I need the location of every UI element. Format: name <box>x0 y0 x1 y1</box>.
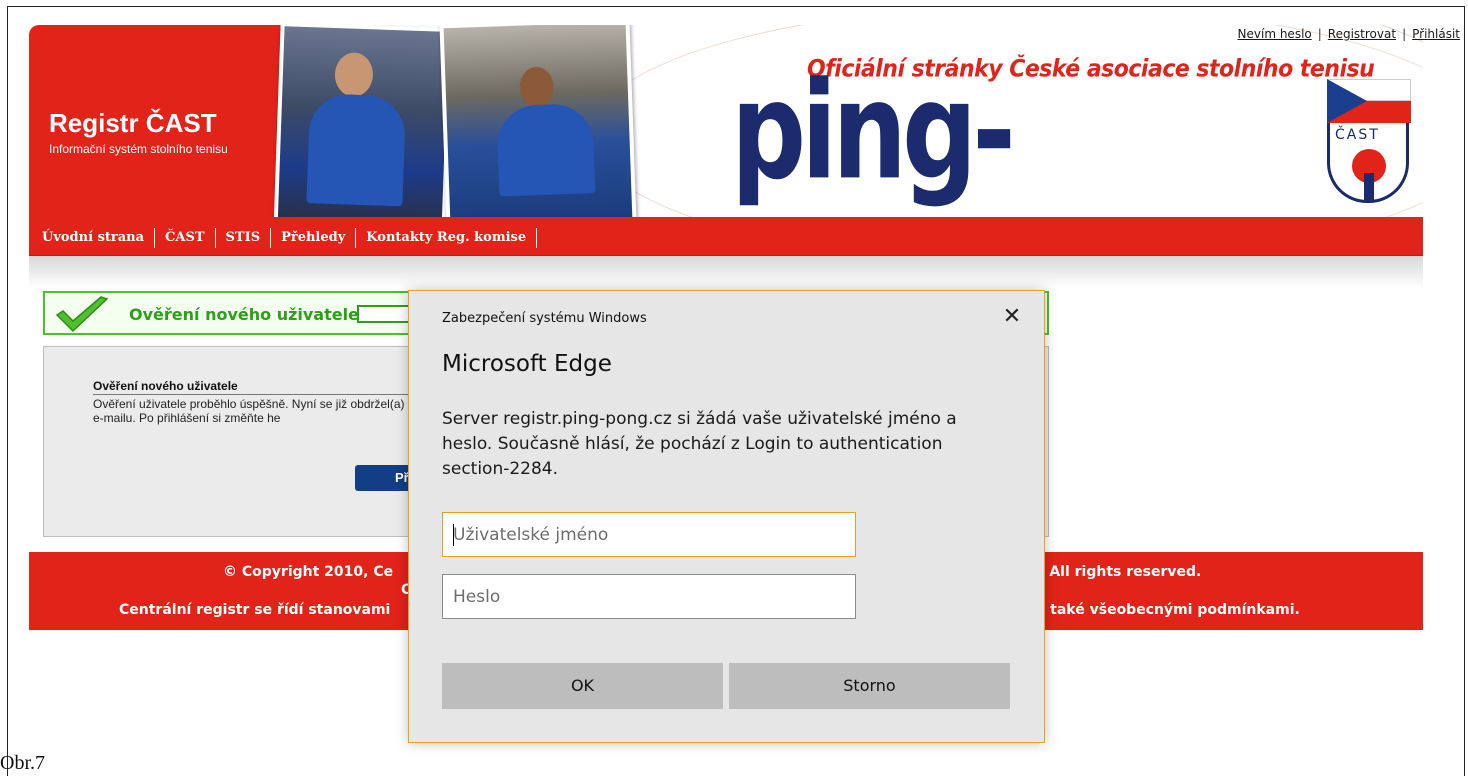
footer-rights: z. All rights reserved. <box>1031 564 1202 580</box>
player-photo-2 <box>439 25 637 228</box>
forgot-password-link[interactable]: Nevím heslo <box>1238 27 1312 41</box>
dialog-message: Server registr.ping-pong.cz si žádá vaše… <box>442 409 957 479</box>
person-head <box>334 51 374 98</box>
nav-item-contacts[interactable]: Kontakty Reg. komise <box>356 228 538 248</box>
ok-button[interactable]: OK <box>442 663 723 709</box>
footer-rules: Centrální registr se řídí stanovami <box>119 602 391 618</box>
brand-subtitle: Informační systém stolního tenisu <box>49 142 228 156</box>
top-links: Nevím heslo | Registrovat | Přihlásit <box>1238 27 1460 41</box>
dialog-title: Microsoft Edge <box>442 351 612 377</box>
nav-item-overviews[interactable]: Přehledy <box>271 228 357 248</box>
panel-text: Ověření uživatele proběhlo úspěšně. Nyní… <box>93 397 414 425</box>
checkmark-icon <box>55 296 109 333</box>
paddle-handle <box>1364 173 1374 201</box>
nav-item-cast[interactable]: ČAST <box>155 228 216 248</box>
person-head <box>519 66 555 108</box>
person-body <box>306 93 407 207</box>
site-header: Registr ČAST Informační systém stolního … <box>29 25 1423 228</box>
register-link[interactable]: Registrovat <box>1328 27 1396 41</box>
dialog-caption: Zabezpečení systému Windows <box>442 311 647 326</box>
ping-pong-logo: ping-pong.cz <box>731 53 1162 228</box>
player-photo-1 <box>273 25 453 228</box>
username-field[interactable]: Uživatelské jméno <box>442 512 856 557</box>
footer-terms: le také všeobecnými podmínkami. <box>1031 602 1300 618</box>
brand-block: Registr ČAST Informační systém stolního … <box>29 25 299 228</box>
banner-title: Ověření nového uživatele <box>129 305 359 324</box>
cancel-button[interactable]: Storno <box>729 663 1010 709</box>
windows-security-dialog: Zabezpečení systému Windows ✕ Microsoft … <box>408 290 1045 743</box>
figure-caption: Obr.7 <box>0 752 45 774</box>
text-caret <box>453 524 454 546</box>
main-nav: Úvodní strana ČAST STIS Přehledy Kontakt… <box>29 217 1423 256</box>
czech-flag-icon <box>1327 79 1411 123</box>
nav-item-home[interactable]: Úvodní strana <box>42 228 156 248</box>
login-button[interactable]: Př <box>355 465 415 491</box>
nav-item-stis[interactable]: STIS <box>216 228 272 248</box>
close-icon[interactable]: ✕ <box>1000 305 1024 329</box>
divider <box>93 394 413 395</box>
person-body <box>496 103 596 197</box>
footer-copyright: © Copyright 2010, Ce <box>223 564 394 580</box>
panel-title: Ověření nového uživatele <box>93 379 238 393</box>
username-placeholder: Uživatelské jméno <box>453 525 609 545</box>
nav-shadow <box>29 256 1423 288</box>
link-separator: | <box>1402 27 1407 41</box>
password-placeholder: Heslo <box>453 587 501 607</box>
login-link[interactable]: Přihlásit <box>1412 27 1460 41</box>
password-field[interactable]: Heslo <box>442 574 856 619</box>
shield-label: ČAST <box>1335 127 1380 143</box>
link-separator: | <box>1317 27 1322 41</box>
brand-title: Registr ČAST <box>49 108 217 138</box>
